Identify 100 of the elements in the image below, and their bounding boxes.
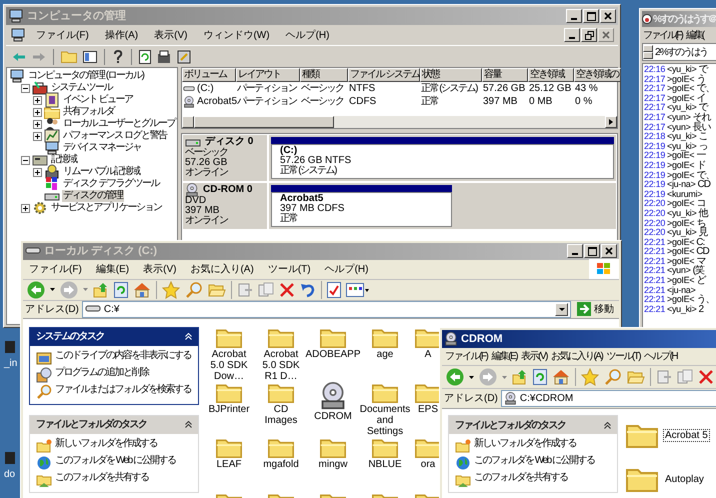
expand-box[interactable] xyxy=(33,108,42,116)
tree-item[interactable]: ディスク デフラグ ツール xyxy=(62,178,160,190)
scroll-right-button[interactable] xyxy=(605,116,617,128)
address-field[interactable]: C:¥CDROM xyxy=(500,390,716,407)
desktop-icon-label[interactable]: do xyxy=(4,467,16,482)
folder-icon xyxy=(320,436,346,458)
menu-item[interactable]: 編集( xyxy=(686,28,704,42)
file-name[interactable]: Acrobat 5.0 SDK Dow… xyxy=(203,348,255,382)
task-link[interactable]: プログラムの追加と削除 xyxy=(55,366,148,378)
folder-icon xyxy=(372,326,398,348)
expand-box[interactable] xyxy=(33,132,42,140)
menu-item[interactable]: ファイル(F) xyxy=(445,349,488,364)
file-name[interactable]: mingw xyxy=(316,458,350,470)
maximize-button[interactable] xyxy=(584,244,600,258)
tree-item[interactable]: パフォーマンス ログと警告 xyxy=(62,130,168,142)
menu-item[interactable]: 表示(V) xyxy=(143,262,176,276)
file-name[interactable]: NBLUE xyxy=(366,458,404,470)
menu-item[interactable]: ヘルプ(H) xyxy=(324,262,368,276)
file-name[interactable]: age xyxy=(374,348,396,360)
close-button[interactable] xyxy=(601,244,617,258)
task-link[interactable]: 新しいフォルダを作成する xyxy=(55,438,157,448)
minimize-button[interactable] xyxy=(564,28,580,42)
tree-item[interactable]: ディスクの管理 xyxy=(62,190,124,202)
message-time: 22:17 xyxy=(644,122,666,132)
file-name[interactable]: Autoplay xyxy=(663,472,706,486)
task-pane-header[interactable]: システムのタスク xyxy=(30,328,198,346)
task-link[interactable]: このフォルダを Web に公開する xyxy=(474,455,594,466)
tree-item[interactable]: 共有フォルダ xyxy=(62,106,115,118)
menu-item[interactable]: お気に入り(A) xyxy=(550,349,602,364)
task-pane-header[interactable]: ファイルとフォルダのタスク xyxy=(30,416,198,434)
tree-item[interactable]: ローカル ユーザーとグループ xyxy=(62,118,176,130)
cd-drive-icon xyxy=(319,382,347,410)
file-name[interactable]: CDROM xyxy=(312,410,354,422)
tree-item[interactable]: システム ツール xyxy=(50,82,113,94)
maximize-button[interactable] xyxy=(583,9,599,23)
file-name[interactable]: CD Images xyxy=(255,402,307,426)
menu-item[interactable]: ツール(T) xyxy=(268,262,311,276)
column-header[interactable]: 状態 xyxy=(420,68,482,82)
menu-item[interactable]: 表示(V) xyxy=(154,28,188,42)
scroll-up-button[interactable] xyxy=(643,45,653,52)
tree-item[interactable]: デバイス マネージャ xyxy=(62,142,142,154)
task-link[interactable]: このドライブの内容を非表示にする xyxy=(55,350,191,360)
tree-item[interactable]: 記憶域 xyxy=(50,154,78,166)
file-name[interactable]: LEAF xyxy=(214,458,244,470)
minimize-button[interactable] xyxy=(566,9,582,23)
scroll-thumb[interactable] xyxy=(194,116,334,128)
menu-item[interactable]: ファイル(F) xyxy=(36,28,89,42)
collapse-box[interactable] xyxy=(21,156,30,164)
tree-item[interactable]: サービスとアプリケーション xyxy=(50,202,162,214)
dropdown-button[interactable] xyxy=(555,302,568,316)
expand-box[interactable] xyxy=(21,204,30,212)
column-header[interactable]: 容量 xyxy=(482,68,528,82)
menu-item[interactable]: ファイル(F) xyxy=(643,28,682,42)
collapse-box[interactable] xyxy=(21,84,30,92)
task-pane-header[interactable]: ファイルとフォルダのタスク xyxy=(449,416,617,434)
menu-item[interactable]: ウィンドウ(W) xyxy=(203,28,270,42)
menu-item[interactable]: ヘルプ(H) xyxy=(286,28,330,42)
home-icon xyxy=(552,369,570,385)
task-link[interactable]: このフォルダを Web に公開する xyxy=(55,454,176,466)
expand-box[interactable] xyxy=(33,96,42,104)
desktop-icon-label[interactable]: _in xyxy=(4,356,18,371)
column-header[interactable]: レイアウト xyxy=(236,68,300,82)
column-header[interactable]: ボリューム xyxy=(182,68,236,82)
menu-item[interactable]: 編集(E) xyxy=(491,349,518,364)
go-button[interactable]: 移動 xyxy=(574,300,617,318)
minimize-button[interactable] xyxy=(567,244,583,258)
tree-item[interactable]: イベント ビューア xyxy=(62,94,134,106)
expand-box[interactable] xyxy=(33,120,42,128)
expand-box[interactable] xyxy=(33,168,42,176)
menu-item[interactable]: ファイル(F) xyxy=(29,262,82,276)
task-link[interactable]: このフォルダを共有する xyxy=(55,472,148,482)
close-button[interactable] xyxy=(600,9,616,23)
task-link[interactable]: 新しいフォルダを作成する xyxy=(474,438,576,449)
file-name[interactable]: A xyxy=(422,348,434,360)
menu-item[interactable]: ヘルプ(H xyxy=(644,349,678,364)
file-name[interactable]: ora xyxy=(418,458,438,470)
scroll-left-button[interactable] xyxy=(182,116,194,128)
address-field[interactable]: C:¥ xyxy=(82,300,571,318)
menu-item[interactable]: 編集(E) xyxy=(96,262,130,276)
tree-item[interactable]: コンピュータの管理 (ローカル) xyxy=(27,70,144,82)
file-name[interactable]: BJPrinter xyxy=(206,402,252,416)
column-header[interactable]: 種類 xyxy=(300,68,348,82)
column-header[interactable]: 空き領域の xyxy=(574,68,621,82)
horizontal-scrollbar[interactable] xyxy=(182,116,617,128)
restore-button[interactable] xyxy=(581,28,597,42)
menu-item[interactable]: 操作(A) xyxy=(104,28,138,42)
window-title: コンピュータの管理 xyxy=(27,8,126,24)
menu-item[interactable]: お気に入り(A) xyxy=(190,262,254,276)
task-link[interactable]: このフォルダを共有する xyxy=(474,472,568,483)
file-name[interactable]: Documents and Settings xyxy=(358,402,412,438)
file-name[interactable]: EPS xyxy=(416,402,440,416)
task-link[interactable]: ファイルまたはフォルダを検索する xyxy=(55,384,191,394)
column-header[interactable]: 空き領域 xyxy=(528,68,574,82)
menu-item[interactable]: ツール(T) xyxy=(606,349,640,364)
file-name[interactable]: mgafold xyxy=(261,458,301,470)
scroll-down-button[interactable] xyxy=(643,52,653,59)
menu-item[interactable]: 表示(V) xyxy=(521,349,547,364)
file-name[interactable]: Acrobat 5 xyxy=(663,428,710,442)
message-text: 2 xyxy=(698,304,704,314)
tree-item[interactable]: リムーバブル記憶域 xyxy=(62,166,140,178)
